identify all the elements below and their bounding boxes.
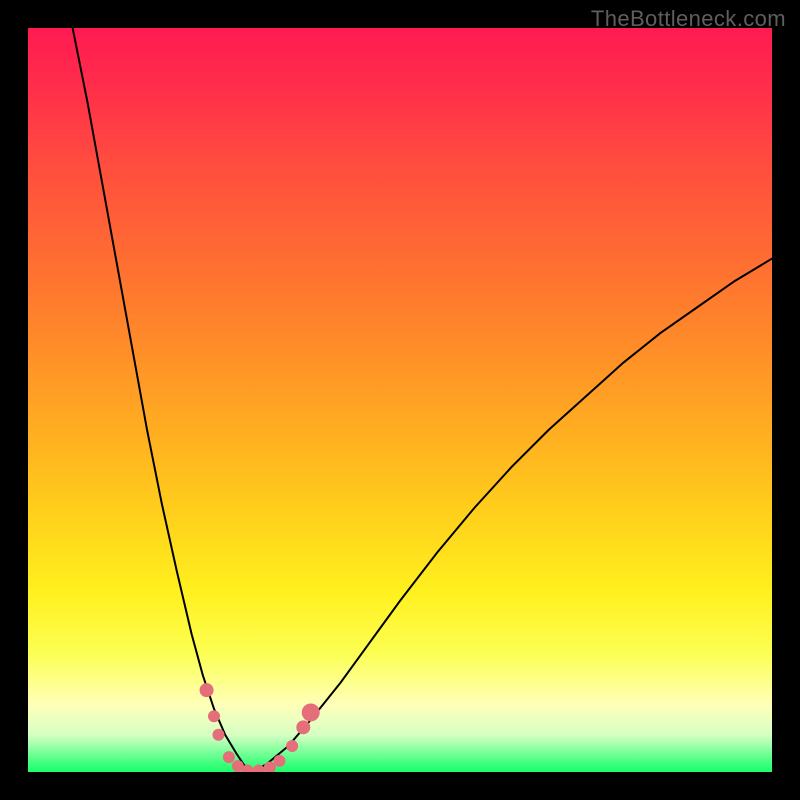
plot-area	[28, 28, 772, 772]
data-point	[200, 683, 214, 697]
right-curve	[251, 259, 772, 772]
marker-group	[200, 683, 320, 772]
data-point	[223, 751, 235, 763]
chart-frame: TheBottleneck.com	[0, 0, 800, 800]
data-point	[302, 703, 320, 721]
data-point	[273, 755, 285, 767]
watermark-label: TheBottleneck.com	[591, 6, 786, 32]
data-point	[212, 729, 224, 741]
data-point	[208, 710, 220, 722]
plot-svg	[28, 28, 772, 772]
left-curve	[73, 28, 252, 772]
data-point	[296, 720, 310, 734]
data-point	[286, 740, 298, 752]
